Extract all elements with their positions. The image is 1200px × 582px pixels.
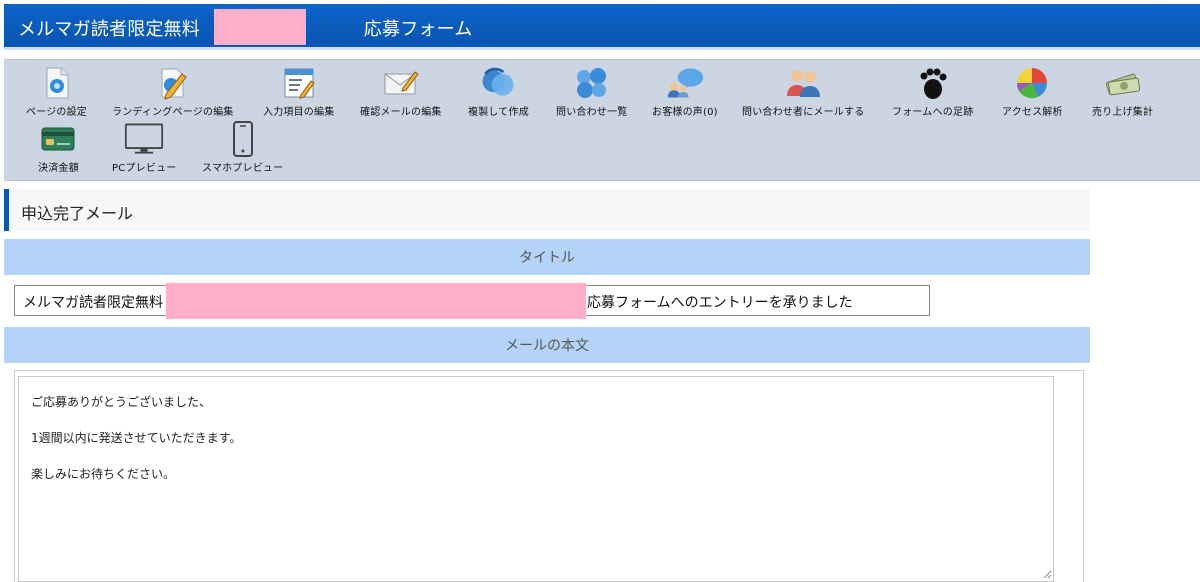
toolbar-access-analysis[interactable]: アクセス解析 bbox=[1002, 65, 1063, 121]
toolbar-form-fields[interactable]: 入力項目の編集 bbox=[263, 65, 334, 121]
toolbar-footprint[interactable]: フォームへの足跡 bbox=[892, 65, 973, 121]
toolbar-customer-voice[interactable]: お客様の声(0) bbox=[652, 65, 718, 121]
body-band-label: メールの本文 bbox=[505, 338, 589, 354]
toolbar-label: 決済金額 bbox=[38, 163, 79, 174]
toolbar-label: 確認メールの編集 bbox=[360, 107, 442, 118]
duplicate-icon bbox=[478, 65, 518, 101]
toolbar-label: 問い合わせ者にメールする bbox=[742, 107, 865, 118]
section-heading: 申込完了メール bbox=[4, 189, 1090, 231]
toolbar-page-settings[interactable]: ページの設定 bbox=[26, 65, 87, 121]
toolbar-label: フォームへの足跡 bbox=[892, 107, 974, 118]
footprint-icon bbox=[913, 65, 953, 101]
title-value-head: メルマガ読者限定無料 bbox=[23, 295, 163, 311]
toolbar-pc-preview[interactable]: PCプレビュー bbox=[112, 121, 176, 177]
toolbar-label: ページの設定 bbox=[26, 107, 87, 118]
toolbar-label: 複製して作成 bbox=[468, 107, 529, 118]
title-band-label: タイトル bbox=[519, 250, 575, 266]
toolbar-payment-amount[interactable]: 決済金額 bbox=[38, 121, 79, 177]
title-value-tail: 応募フォームへのエントリーを承りました bbox=[587, 295, 853, 311]
redaction-block bbox=[214, 9, 306, 45]
toolbar-label: アクセス解析 bbox=[1002, 107, 1063, 118]
toolbar-label: お客様の声(0) bbox=[652, 107, 718, 118]
form-fields-icon bbox=[279, 65, 319, 101]
toolbar-label: スマホプレビュー bbox=[202, 163, 284, 174]
app-header: メルマガ読者限定無料 応募フォーム bbox=[4, 4, 1200, 50]
toolbar-label: PCプレビュー bbox=[112, 163, 177, 174]
monitor-icon bbox=[124, 121, 164, 157]
mail-edit-icon bbox=[381, 65, 421, 101]
mail-users-icon bbox=[783, 65, 823, 101]
title-band: タイトル bbox=[4, 239, 1090, 275]
toolbar-duplicate[interactable]: 複製して作成 bbox=[468, 65, 529, 121]
page-settings-icon bbox=[37, 65, 77, 101]
resize-handle-icon[interactable] bbox=[1043, 570, 1052, 579]
toolbar-inquiry-list[interactable]: 問い合わせ一覧 bbox=[556, 65, 627, 121]
body-line: 1週間以内に発送させていただきます。 bbox=[31, 431, 242, 445]
customer-voice-icon bbox=[665, 65, 705, 101]
toolbar: ページの設定 ランディングページの編集 入力項目の編集 確認メールの編集 複製し… bbox=[4, 59, 1200, 181]
toolbar-label: ランディングページの編集 bbox=[112, 107, 234, 118]
credit-card-icon bbox=[38, 121, 78, 157]
toolbar-label: 売り上げ集計 bbox=[1092, 107, 1154, 118]
inquiry-list-icon bbox=[572, 65, 612, 101]
toolbar-label: 問い合わせ一覧 bbox=[556, 107, 628, 118]
body-line: ご応募ありがとうございました、 bbox=[31, 395, 212, 409]
body-textarea[interactable]: ご応募ありがとうございました、 1週間以内に発送させていただきます。 楽しみにお… bbox=[18, 376, 1054, 582]
body-band: メールの本文 bbox=[4, 327, 1090, 363]
redaction-block bbox=[166, 283, 586, 319]
pie-chart-icon bbox=[1012, 65, 1052, 101]
toolbar-label: 入力項目の編集 bbox=[263, 107, 335, 118]
section-heading-text: 申込完了メール bbox=[21, 204, 134, 223]
body-line: 楽しみにお待ちください。 bbox=[31, 467, 176, 481]
toolbar-mail-edit[interactable]: 確認メールの編集 bbox=[360, 65, 442, 121]
toolbar-sales-summary[interactable]: 売り上げ集計 bbox=[1092, 65, 1153, 121]
landing-edit-icon bbox=[153, 65, 193, 101]
smartphone-icon bbox=[223, 121, 263, 157]
money-icon bbox=[1103, 65, 1143, 101]
toolbar-smartphone-preview[interactable]: スマホプレビュー bbox=[202, 121, 283, 177]
toolbar-landing-edit[interactable]: ランディングページの編集 bbox=[112, 65, 234, 121]
toolbar-mail-users[interactable]: 問い合わせ者にメールする bbox=[742, 65, 864, 121]
